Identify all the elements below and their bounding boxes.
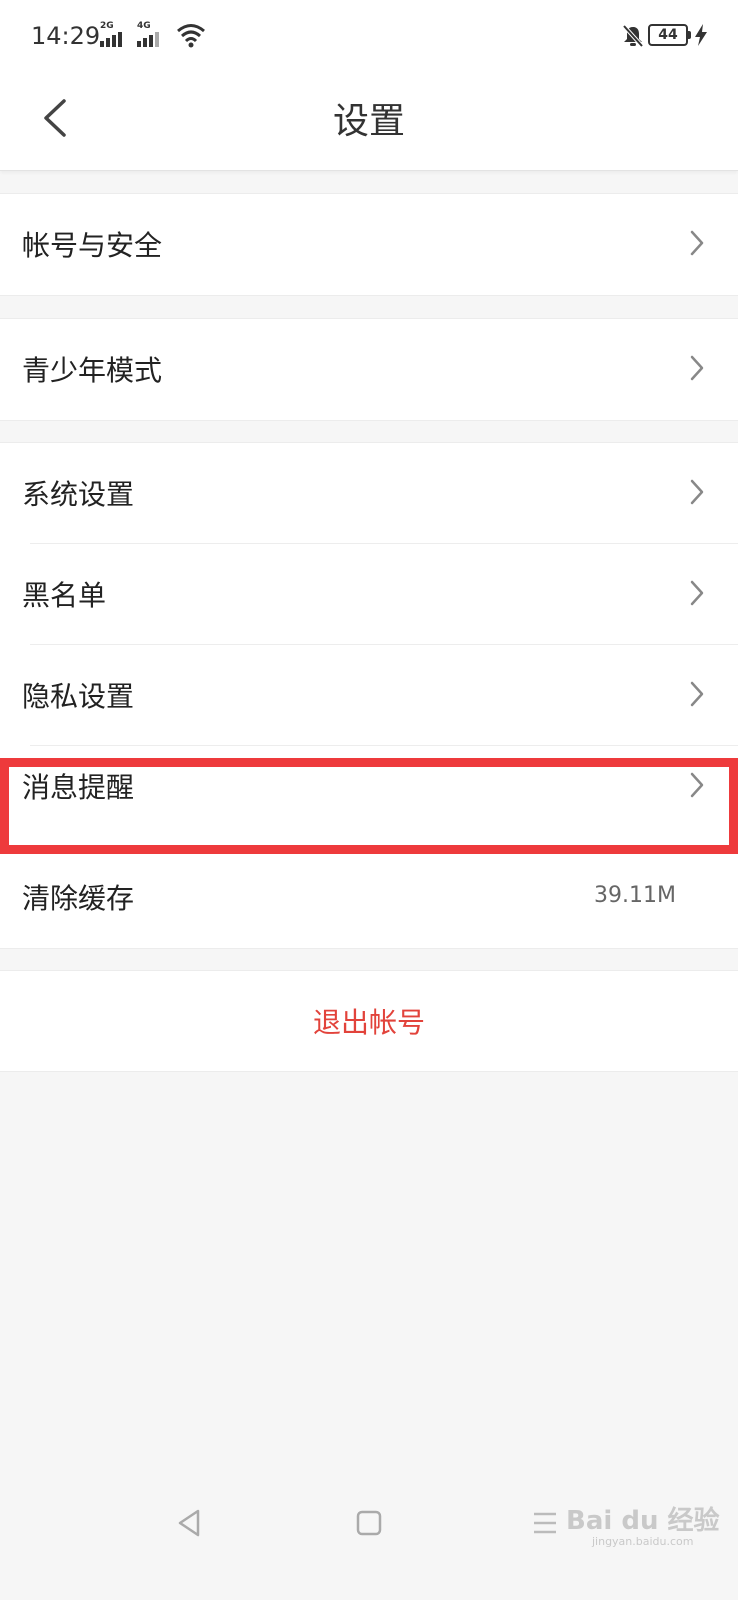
settings-item-label: 隐私设置 [22, 680, 135, 713]
settings-item-privacy[interactable]: 隐私设置 [0, 645, 738, 746]
settings-item-account-security[interactable]: 帐号与安全 [0, 194, 738, 295]
bell-muted-icon [622, 24, 644, 48]
settings-item-blacklist[interactable]: 黑名单 [0, 544, 738, 645]
page-title: 设置 [332, 101, 405, 142]
settings-item-label: 黑名单 [22, 579, 107, 612]
navigation-bar: 设置 [0, 70, 738, 171]
settings-item-label: 清除缓存 [22, 882, 135, 915]
settings-item-clear-cache[interactable]: 清除缓存 39.11M [0, 847, 738, 948]
chevron-right-icon [690, 580, 704, 606]
wifi-icon [177, 24, 205, 48]
status-bar: 14:29 2G 4G 44 [0, 0, 738, 70]
battery-indicator: 44 [648, 24, 688, 46]
settings-item-label: 青少年模式 [22, 354, 163, 387]
nav-back-icon[interactable] [176, 1508, 202, 1538]
chevron-right-icon [690, 681, 704, 707]
status-time: 14:29 [31, 22, 101, 50]
battery-tip [688, 31, 691, 39]
settings-item-label: 系统设置 [22, 478, 135, 511]
nav-menu-icon[interactable] [532, 1510, 558, 1536]
settings-item-teen-mode[interactable]: 青少年模式 [0, 319, 738, 420]
settings-group-teen: 青少年模式 [0, 318, 738, 421]
logout-button[interactable]: 退出帐号 [0, 970, 738, 1072]
chevron-right-icon [690, 230, 704, 256]
settings-item-label: 消息提醒 [22, 771, 135, 804]
settings-group-account: 帐号与安全 [0, 193, 738, 296]
logout-label: 退出帐号 [312, 1006, 425, 1039]
charging-icon [695, 24, 707, 46]
baidu-watermark: Bai du 经验 jingyan.baidu.com [566, 1506, 720, 1548]
settings-item-notifications[interactable]: 消息提醒 [0, 746, 738, 847]
chevron-right-icon [690, 355, 704, 381]
settings-item-system[interactable]: 系统设置 [0, 443, 738, 544]
chevron-right-icon [690, 479, 704, 505]
settings-group-general: 系统设置 黑名单 隐私设置 消息提醒 清除缓存 39.11M [0, 442, 738, 949]
cache-size-value: 39.11M [594, 883, 676, 908]
nav-home-icon[interactable] [356, 1510, 382, 1536]
chevron-right-icon [690, 772, 704, 798]
settings-item-label: 帐号与安全 [22, 229, 163, 262]
